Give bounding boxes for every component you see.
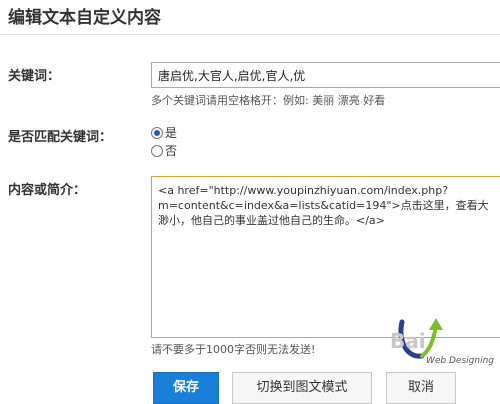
keyword-label: 关键词： xyxy=(8,69,61,84)
radio-checked-icon[interactable] xyxy=(151,126,163,139)
title-divider xyxy=(0,34,500,35)
match-option-yes-label: 是 xyxy=(165,126,178,140)
page-title: 编辑文本自定义内容 xyxy=(8,8,161,28)
content-hint: 请不要多于1000字否则无法发送! xyxy=(151,343,316,356)
keyword-hint: 多个关键词请用空格格开：例如: 美丽 漂亮 好看 xyxy=(151,94,386,107)
save-button[interactable]: 保存 xyxy=(153,372,219,404)
radio-unchecked-icon[interactable] xyxy=(151,144,163,157)
match-option-no-label: 否 xyxy=(165,144,178,158)
match-option-yes[interactable]: 是 xyxy=(151,124,177,141)
content-textarea[interactable]: <a href="http://www.youpinzhiyuan.com/in… xyxy=(151,176,500,338)
match-option-no[interactable]: 否 xyxy=(151,142,177,159)
keyword-input[interactable]: 唐启优,大官人,启优,官人,优 xyxy=(151,62,500,88)
watermark-caption: Web Designing xyxy=(426,356,495,366)
cancel-button[interactable]: 取消 xyxy=(386,372,456,404)
content-label: 内容或简介： xyxy=(8,183,87,198)
watermark-logo-text: Bai xyxy=(390,329,426,353)
switch-mode-button[interactable]: 切换到图文模式 xyxy=(232,372,372,404)
match-keyword-label: 是否匹配关键词： xyxy=(8,130,113,145)
